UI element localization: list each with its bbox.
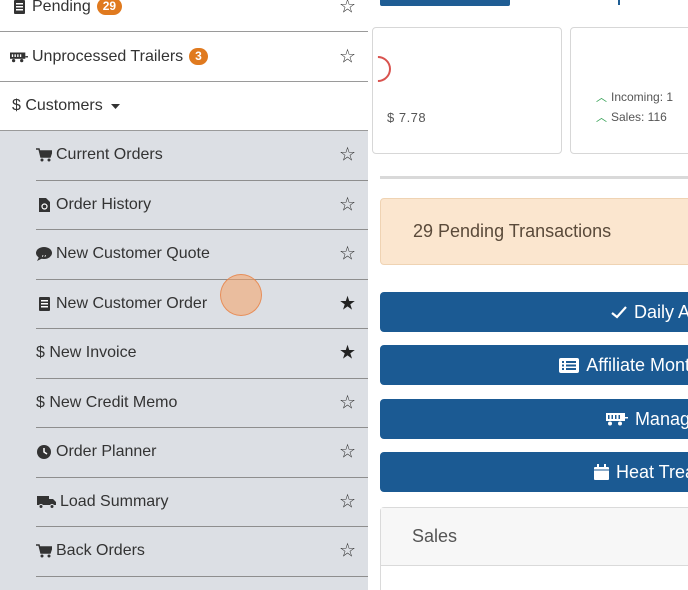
favorite-star-icon[interactable]: ☆ xyxy=(339,443,356,462)
list-icon xyxy=(559,357,580,373)
caret-down-icon xyxy=(110,103,120,109)
svg-text:,,: ,, xyxy=(41,249,46,258)
chevron-up-icon: ︿ xyxy=(596,92,607,104)
sidebar-item-label: Unprocessed Trailers xyxy=(32,47,184,65)
favorite-star-icon[interactable]: ☆ xyxy=(339,542,356,561)
sidebar-item-back-orders[interactable]: Back Orders ☆ xyxy=(36,527,368,577)
sidebar-item-new-customer-quote[interactable]: ,, New Customer Quote ☆ xyxy=(36,230,368,280)
heat-treat-button[interactable]: Heat Treat xyxy=(380,452,688,492)
affiliate-monthly-button[interactable]: Affiliate Month xyxy=(380,345,688,385)
favorite-star-icon[interactable]: ☆ xyxy=(339,0,356,16)
calendar-icon xyxy=(593,464,609,480)
pending-transactions-text: 29 Pending Transactions xyxy=(413,221,612,241)
favorite-star-icon[interactable]: ☆ xyxy=(339,245,356,264)
sidebar-item-label: New Customer Order xyxy=(56,294,208,312)
favorite-star-filled-icon[interactable]: ★ xyxy=(339,344,356,363)
document-icon xyxy=(36,296,52,311)
quote-bubble-icon: ,, xyxy=(36,247,52,262)
top-bar-tick xyxy=(618,0,620,5)
favorite-star-icon[interactable]: ☆ xyxy=(339,47,356,66)
button-label: Daily Ap xyxy=(633,301,688,322)
incoming-trend: ︿ Incoming: 1 xyxy=(596,89,673,105)
sidebar-item-pending[interactable]: Pending 29 ☆ xyxy=(0,0,368,32)
sidebar-item-label: $ New Credit Memo xyxy=(36,393,178,411)
incoming-label: Incoming: 1 xyxy=(611,90,674,104)
favorite-star-filled-icon[interactable]: ★ xyxy=(339,294,356,313)
top-progress-bar xyxy=(380,0,510,6)
sidebar-item-label: Back Orders xyxy=(56,542,145,560)
sales-panel-title: Sales xyxy=(412,526,458,546)
sidebar-item-label: Current Orders xyxy=(56,146,163,164)
sales-trend: ︿ Sales: 116 xyxy=(596,109,667,125)
sidebar-item-order-planner[interactable]: Order Planner ☆ xyxy=(36,428,368,478)
sales-panel: Sales xyxy=(380,507,688,590)
sidebar-group-label: $ Customers xyxy=(12,97,103,114)
button-label: Manage xyxy=(634,408,688,429)
trailer-icon xyxy=(10,51,28,63)
sidebar-group-customers[interactable]: $ Customers xyxy=(0,82,368,131)
section-divider xyxy=(380,176,688,179)
button-label: Heat Treat xyxy=(615,461,688,482)
sidebar-item-label: $ New Invoice xyxy=(36,344,137,362)
sales-panel-header[interactable]: Sales xyxy=(381,508,688,566)
customers-submenu: Current Orders ☆ Order History ☆ ,, New … xyxy=(0,131,368,590)
clock-icon xyxy=(36,445,52,460)
trailers-count-badge: 3 xyxy=(189,48,208,65)
favorite-star-icon[interactable]: ☆ xyxy=(339,146,356,165)
button-label: Affiliate Month xyxy=(586,354,688,375)
truck-icon xyxy=(36,495,56,509)
sidebar-item-new-invoice[interactable]: $ New Invoice ★ xyxy=(36,329,368,379)
sidebar-item-current-orders[interactable]: Current Orders ☆ xyxy=(36,131,368,181)
sidebar-item-new-customer-order[interactable]: New Customer Order ★ xyxy=(36,280,368,329)
daily-ap-button[interactable]: Daily Ap xyxy=(380,292,688,332)
summary-card-amount: $ 7.78 xyxy=(359,27,562,154)
cart-icon xyxy=(36,544,52,558)
check-icon xyxy=(611,305,627,319)
sidebar-item-label: Order History xyxy=(56,195,152,213)
trailer-icon xyxy=(605,412,628,426)
sidebar-item-label: Pending xyxy=(32,0,91,15)
sidebar-item-label: Load Summary xyxy=(60,492,169,510)
sales-label: Sales: 116 xyxy=(611,110,667,124)
favorite-star-icon[interactable]: ☆ xyxy=(339,492,356,511)
sidebar: Pending 29 ☆ Unprocessed Trailers 3 ☆ $ … xyxy=(0,0,368,590)
pending-transactions-alert[interactable]: 29 Pending Transactions xyxy=(380,198,688,265)
sidebar-item-order-history[interactable]: Order History ☆ xyxy=(36,181,368,230)
favorite-star-icon[interactable]: ☆ xyxy=(339,393,356,412)
document-icon xyxy=(10,0,28,14)
chevron-up-icon: ︿ xyxy=(596,112,607,124)
pending-count-badge: 29 xyxy=(96,0,123,15)
sidebar-item-unprocessed-trailers[interactable]: Unprocessed Trailers 3 ☆ xyxy=(0,32,368,82)
cart-icon xyxy=(36,148,52,162)
sidebar-item-load-summary[interactable]: Load Summary ☆ xyxy=(36,478,368,527)
sidebar-item-new-credit-memo[interactable]: $ New Credit Memo ☆ xyxy=(36,379,368,428)
amount-value: $ 7.78 xyxy=(387,110,427,125)
dashboard-main: $ 7.78 ︿ Incoming: 1 ︿ Sales: 116 29 Pendi… xyxy=(359,0,688,590)
sidebar-item-label: Order Planner xyxy=(56,443,157,461)
favorite-star-icon[interactable]: ☆ xyxy=(339,195,356,214)
sidebar-item-label: New Customer Quote xyxy=(56,245,210,263)
file-icon xyxy=(36,197,52,212)
summary-card-trends: ︿ Incoming: 1 ︿ Sales: 116 xyxy=(570,27,688,154)
manage-button[interactable]: Manage xyxy=(380,399,688,439)
